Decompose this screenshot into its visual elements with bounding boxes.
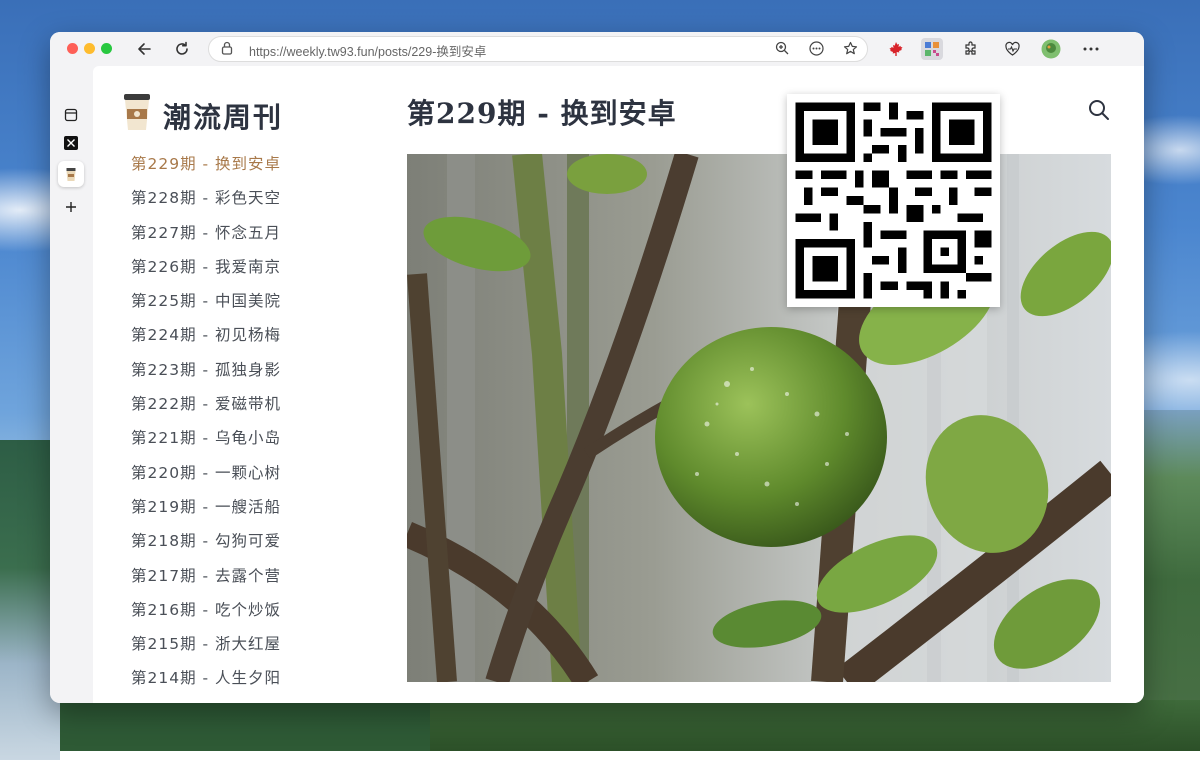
post-link[interactable]: 第223期 - 孤独身影 — [131, 358, 281, 392]
bookmark-star-icon[interactable] — [843, 41, 858, 60]
coffee-cup-logo-icon[interactable] — [121, 92, 153, 132]
maximize-window-button[interactable] — [101, 43, 112, 54]
address-bar[interactable]: https://weekly.tw93.fun/posts/229-换到安卓 — [208, 36, 868, 62]
post-link[interactable]: 第227期 - 怀念五月 — [131, 221, 281, 255]
post-link[interactable]: 第217期 - 去露个营 — [131, 564, 281, 598]
post-link[interactable]: 第215期 - 浙大红屋 — [131, 632, 281, 666]
post-link[interactable]: 第219期 - 一艘活船 — [131, 495, 281, 529]
lock-icon — [221, 41, 233, 58]
post-link[interactable]: 第228期 - 彩色天空 — [131, 186, 281, 220]
post-title: 第229期 - 换到安卓 — [407, 97, 677, 130]
coffee-cup-tab-icon[interactable] — [58, 161, 84, 187]
wallpaper-hills-right — [1142, 410, 1200, 750]
search-icon[interactable] — [1087, 98, 1111, 122]
vertical-tab-bar — [50, 66, 92, 703]
reload-icon[interactable] — [171, 38, 193, 60]
qr-code-popup — [787, 94, 1000, 307]
browser-window: https://weekly.tw93.fun/posts/229-换到安卓 潮… — [50, 32, 1144, 703]
profile-avatar[interactable] — [1040, 38, 1062, 60]
site-title[interactable]: 潮流周刊 — [163, 96, 283, 136]
post-list: 第229期 - 换到安卓 第228期 - 彩色天空 第227期 - 怀念五月 第226… — [131, 152, 281, 701]
post-link[interactable]: 第224期 - 初见杨梅 — [131, 323, 281, 357]
post-link[interactable]: 第229期 - 换到安卓 — [131, 152, 281, 186]
post-link[interactable]: 第222期 - 爱磁带机 — [131, 392, 281, 426]
minimize-window-button[interactable] — [84, 43, 95, 54]
post-link[interactable]: 第218期 - 勾狗可爱 — [131, 529, 281, 563]
heart-pulse-icon[interactable] — [1001, 38, 1023, 60]
post-link[interactable]: 第221期 - 乌龟小岛 — [131, 426, 281, 460]
url-text: https://weekly.tw93.fun/posts/229-换到安卓 — [249, 45, 487, 59]
sidebar-toggle-icon[interactable] — [58, 102, 84, 128]
post-link[interactable]: 第226期 - 我爱南京 — [131, 255, 281, 289]
back-arrow-icon[interactable] — [134, 38, 156, 60]
new-tab-plus-icon[interactable] — [58, 194, 84, 220]
more-menu-icon[interactable] — [1080, 38, 1102, 60]
post-link[interactable]: 第214期 - 人生夕阳 — [131, 666, 281, 700]
close-window-button[interactable] — [67, 43, 78, 54]
maple-leaf-extension-icon[interactable] — [885, 38, 907, 60]
browser-toolbar: https://weekly.tw93.fun/posts/229-换到安卓 — [50, 32, 1144, 66]
post-link[interactable]: 第216期 - 吃个炒饭 — [131, 598, 281, 632]
puzzle-extension-icon[interactable] — [960, 38, 982, 60]
lemon-tree-photo — [407, 154, 1111, 682]
more-options-icon[interactable] — [809, 41, 824, 60]
post-link[interactable]: 第225期 - 中国美院 — [131, 289, 281, 323]
post-link[interactable]: 第220期 - 一颗心树 — [131, 461, 281, 495]
wallpaper-hills-bottom — [430, 700, 1200, 751]
qr-code-extension-icon[interactable] — [921, 38, 943, 60]
zoom-icon[interactable] — [775, 41, 789, 59]
x-twitter-tab-icon[interactable] — [58, 130, 84, 156]
